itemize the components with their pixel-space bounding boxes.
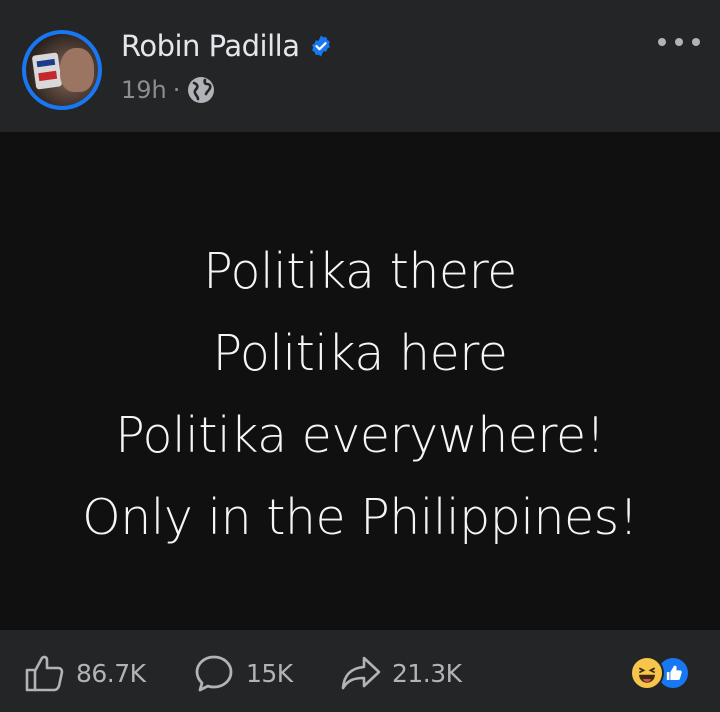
comment-icon — [195, 655, 233, 692]
like-icon — [25, 655, 64, 692]
post-timestamp[interactable]: 19h — [121, 76, 167, 104]
haha-reaction-icon — [630, 656, 664, 690]
more-dot — [692, 38, 700, 46]
author-row: Robin Padilla — [121, 28, 333, 64]
more-dot — [658, 38, 666, 46]
avatar-face — [60, 48, 94, 92]
like-button[interactable]: 86.7K — [24, 655, 146, 692]
comment-button[interactable]: 15K — [194, 655, 293, 692]
share-button[interactable]: 21.3K — [340, 656, 462, 690]
post-line: Only in the Philippines! — [82, 489, 638, 546]
post-meta: 19h · — [121, 73, 216, 107]
share-count: 21.3K — [392, 658, 462, 688]
avatar-photo — [26, 34, 98, 106]
post-footer: 86.7K 15K 21.3K — [0, 630, 720, 712]
share-icon — [341, 656, 381, 690]
reactions-summary[interactable] — [630, 656, 694, 692]
verified-badge-icon — [312, 35, 331, 57]
more-dot — [675, 38, 683, 46]
post-line: Politika here — [212, 325, 508, 382]
post-line: Politika everywhere! — [115, 407, 605, 464]
post-line: Politika there — [203, 243, 517, 300]
author-avatar[interactable] — [22, 30, 102, 110]
post-image[interactable]: Politika there Politika here Politika ev… — [0, 132, 720, 630]
globe-icon — [188, 77, 215, 103]
post-text: Politika there Politika here Politika ev… — [82, 231, 638, 559]
author-name[interactable]: Robin Padilla — [121, 29, 300, 63]
post-header: Robin Padilla 19h · — [0, 0, 720, 132]
meta-separator: · — [172, 76, 181, 104]
avatar-badge — [31, 52, 63, 90]
more-options-icon[interactable] — [658, 32, 700, 52]
like-count: 86.7K — [76, 658, 146, 688]
comment-count: 15K — [246, 658, 293, 688]
